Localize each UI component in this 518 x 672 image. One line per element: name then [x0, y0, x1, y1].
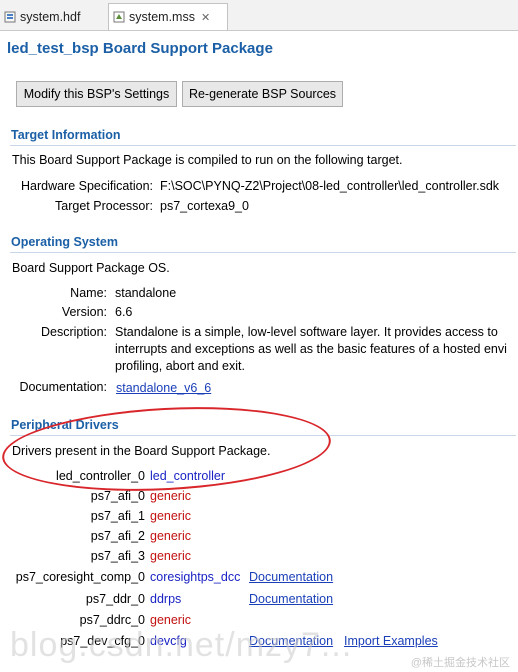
- page-title: led_test_bsp Board Support Package: [7, 40, 273, 57]
- driver-instance-name: ps7_afi_2: [90, 529, 145, 543]
- watermark-corner: @稀土掘金技术社区: [410, 657, 510, 669]
- tab-label: system.mss: [129, 10, 195, 24]
- driver-link[interactable]: generic: [150, 509, 191, 523]
- driver-instance-name: ps7_afi_3: [90, 549, 145, 563]
- driver-instance-name: ps7_ddr_0: [85, 592, 145, 606]
- bsp-file-icon: [113, 11, 125, 23]
- annotation-highlight-oval: [0, 399, 333, 499]
- tab-system-hdf[interactable]: system.hdf: [0, 4, 108, 29]
- driver-link[interactable]: generic: [150, 489, 191, 503]
- editor-tab-bar: system.hdf system.mss ✕: [0, 0, 518, 31]
- driver-instance-name: ps7_ddrc_0: [79, 613, 145, 627]
- section-heading-os: Operating System: [11, 235, 118, 249]
- driver-link[interactable]: ddrps: [150, 592, 181, 606]
- driver-link[interactable]: generic: [150, 613, 191, 627]
- hw-spec-value: F:\SOC\PYNQ-Z2\Project\08-led_controller…: [160, 179, 500, 193]
- os-name-label: Name:: [70, 286, 107, 300]
- driver-instance-name: ps7_afi_0: [90, 489, 145, 503]
- os-documentation-label: Documentation:: [19, 380, 107, 394]
- os-version-value: 6.6: [115, 305, 133, 319]
- section-heading-target: Target Information: [11, 128, 121, 142]
- target-processor-label: Target Processor:: [55, 199, 153, 213]
- os-version-label: Version:: [61, 305, 107, 319]
- os-intro: Board Support Package OS.: [12, 261, 170, 275]
- os-name-value: standalone: [115, 286, 177, 300]
- modify-bsp-settings-button[interactable]: Modify this BSP's Settings: [16, 81, 177, 107]
- os-description-line: Standalone is a simple, low-level softwa…: [115, 325, 498, 339]
- driver-link[interactable]: generic: [150, 529, 191, 543]
- file-icon: [4, 11, 16, 22]
- section-divider: [10, 252, 516, 253]
- os-documentation-link[interactable]: standalone_v6_6: [116, 381, 211, 395]
- target-processor-value: ps7_cortexa9_0: [160, 199, 249, 213]
- os-description-label: Description:: [41, 325, 107, 339]
- documentation-link[interactable]: Documentation: [249, 570, 333, 584]
- close-icon[interactable]: ✕: [201, 11, 210, 24]
- tab-system-mss[interactable]: system.mss ✕: [108, 3, 228, 30]
- driver-instance-name: ps7_afi_1: [90, 509, 145, 523]
- hw-spec-label: Hardware Specification:: [20, 179, 153, 193]
- driver-link[interactable]: coresightps_dcc: [150, 570, 240, 584]
- tab-label: system.hdf: [20, 9, 81, 24]
- target-intro: This Board Support Package is compiled t…: [12, 153, 403, 167]
- regenerate-bsp-sources-button[interactable]: Re-generate BSP Sources: [182, 81, 343, 107]
- os-description-line: interrupts and exceptions as well as the…: [115, 342, 507, 356]
- documentation-link[interactable]: Documentation: [249, 592, 333, 606]
- import-examples-link[interactable]: Import Examples: [344, 634, 438, 648]
- driver-instance-name: ps7_coresight_comp_0: [15, 570, 145, 584]
- driver-link[interactable]: generic: [150, 549, 191, 563]
- section-divider: [10, 145, 516, 146]
- os-description-line: profiling, abort and exit.: [115, 359, 245, 373]
- watermark-text: blog.csdn.net/mzy7...: [10, 626, 353, 664]
